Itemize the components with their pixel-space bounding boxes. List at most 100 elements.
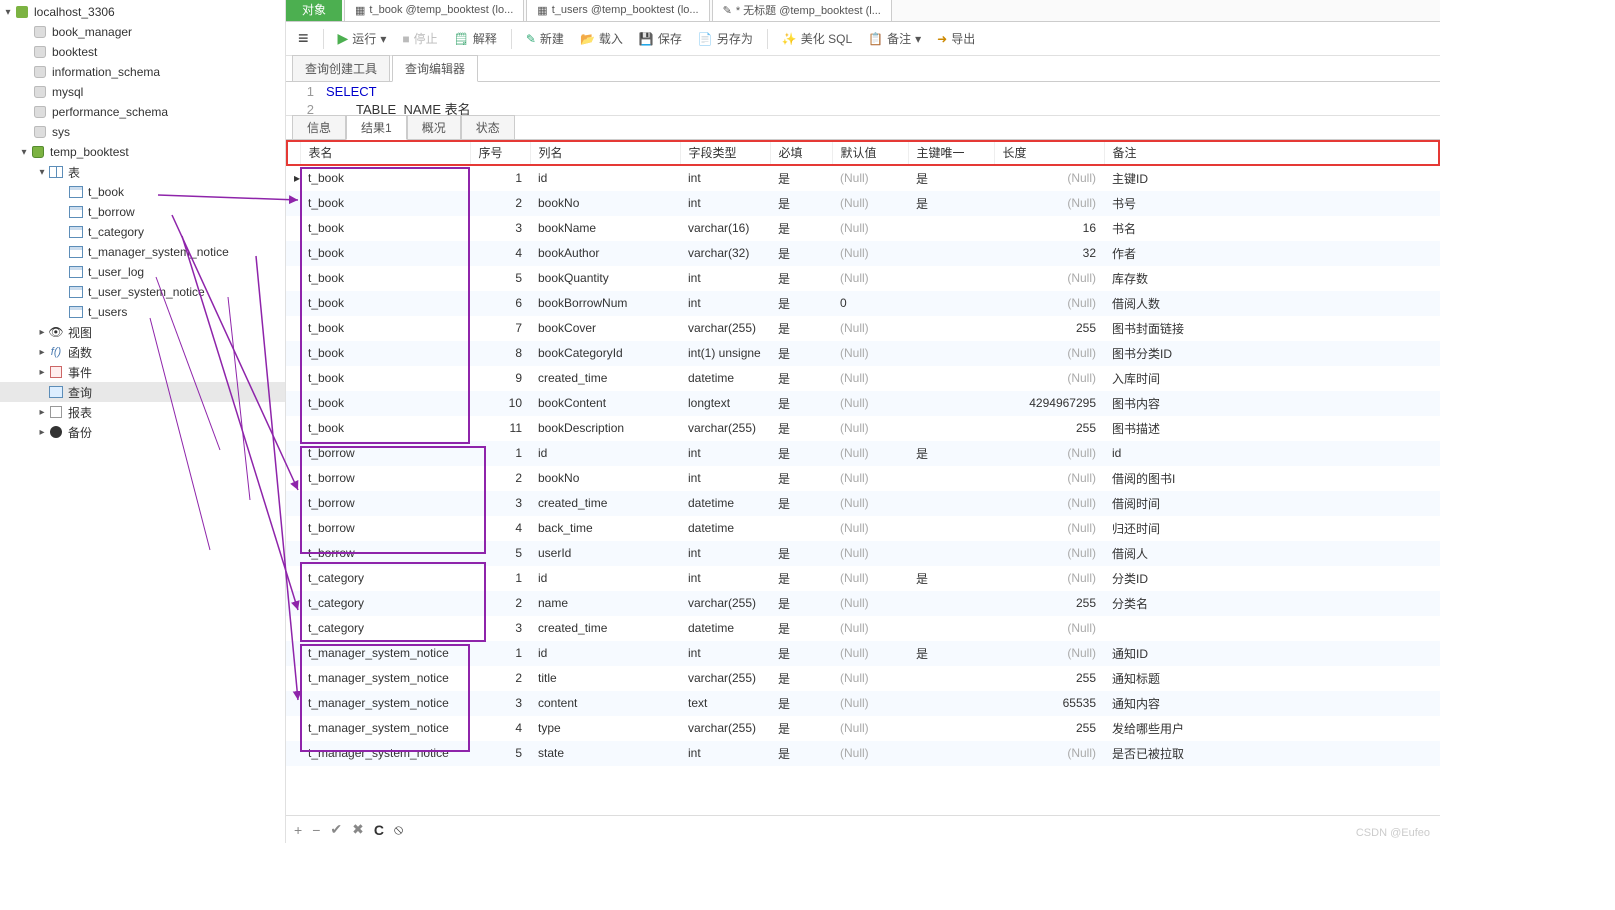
db-node[interactable]: book_manager [0,22,285,42]
table-row[interactable]: t_manager_system_notice2titlevarchar(255… [286,666,1440,691]
cell-column-name: bookAuthor [530,241,680,266]
refresh-button[interactable]: C [374,822,384,838]
run-button[interactable]: ▶运行 ▾ [332,28,393,49]
add-row-button[interactable]: + [294,822,302,838]
connection-node[interactable]: ▾ localhost_3306 [0,2,285,22]
table-row[interactable]: t_category3created_timedatetime是(Null)(N… [286,616,1440,641]
db-node[interactable]: booktest [0,42,285,62]
cell-remark: 借阅人数 [1104,291,1440,316]
tab-info[interactable]: 信息 [292,115,346,139]
table-node[interactable]: t_category [0,222,285,242]
table-node[interactable]: t_user_system_notice [0,282,285,302]
col-column-name[interactable]: 列名 [530,140,680,166]
backup-icon [48,424,64,440]
table-row[interactable]: t_book3bookNamevarchar(16)是(Null)16书名 [286,216,1440,241]
tab-file[interactable]: ✎* 无标题 @temp_booktest (l... [712,0,892,21]
cell-seq: 5 [470,541,530,566]
explain-button[interactable]: 🗒解释 [448,28,503,49]
cell-data-type: varchar(32) [680,241,770,266]
tab-query-editor[interactable]: 查询编辑器 [392,55,478,82]
views-folder[interactable]: ▸👁视图 [0,322,285,342]
table-row[interactable]: t_book11bookDescriptionvarchar(255)是(Nul… [286,416,1440,441]
table-row[interactable]: t_manager_system_notice4typevarchar(255)… [286,716,1440,741]
save-button[interactable]: 💾保存 [633,28,688,49]
table-node[interactable]: t_user_log [0,262,285,282]
table-row[interactable]: t_book7bookCovervarchar(255)是(Null)255图书… [286,316,1440,341]
cell-required: 是 [770,691,832,716]
table-row[interactable]: t_borrow2bookNoint是(Null)(Null)借阅的图书I [286,466,1440,491]
tab-result1[interactable]: 结果1 [346,115,407,140]
table-row[interactable]: t_manager_system_notice5stateint是(Null)(… [286,741,1440,766]
stop-refresh-button[interactable]: ⦸ [394,821,403,838]
table-node[interactable]: t_book [0,182,285,202]
table-row[interactable]: t_manager_system_notice3contenttext是(Nul… [286,691,1440,716]
table-node[interactable]: t_borrow [0,202,285,222]
tables-folder[interactable]: ▾ 表 [0,162,285,182]
db-node[interactable]: information_schema [0,62,285,82]
beautify-button[interactable]: ✨美化 SQL [776,28,858,49]
col-length[interactable]: 长度 [994,140,1104,166]
table-row[interactable]: t_book6bookBorrowNumint是0(Null)借阅人数 [286,291,1440,316]
col-seq[interactable]: 序号 [470,140,530,166]
cell-seq: 1 [470,566,530,591]
backups-folder[interactable]: ▸备份 [0,422,285,442]
table-row[interactable]: t_book4bookAuthorvarchar(32)是(Null)32作者 [286,241,1440,266]
table-node[interactable]: t_users [0,302,285,322]
cell-column-name: created_time [530,491,680,516]
cell-column-name: bookDescription [530,416,680,441]
table-row[interactable]: t_borrow3created_timedatetime是(Null)(Nul… [286,491,1440,516]
events-folder[interactable]: ▸事件 [0,362,285,382]
saveas-button[interactable]: 📄另存为 [692,28,759,49]
table-row[interactable]: t_borrow1idint是(Null)是(Null)id [286,441,1440,466]
table-row[interactable]: t_book9created_timedatetime是(Null)(Null)… [286,366,1440,391]
db-node[interactable]: mysql [0,82,285,102]
result-grid-wrap[interactable]: 表名 序号 列名 字段类型 必填 默认值 主键唯一 长度 备注 ▸t_book1… [286,140,1440,815]
col-pk[interactable]: 主键唯一 [908,140,994,166]
cell-required: 是 [770,266,832,291]
cancel-button[interactable]: ✖ [352,821,364,838]
functions-folder[interactable]: ▸f()函数 [0,342,285,362]
sql-editor[interactable]: 1SELECT 2TABLE_NAME 表名 [286,82,1440,116]
table-row[interactable]: t_borrow5userIdint是(Null)(Null)借阅人 [286,541,1440,566]
table-row[interactable]: t_book2bookNoint是(Null)是(Null)书号 [286,191,1440,216]
new-button[interactable]: ✎新建 [520,28,570,49]
tab-query-builder[interactable]: 查询创建工具 [292,55,390,81]
col-remark[interactable]: 备注 [1104,140,1440,166]
menu-button[interactable]: ≡ [292,26,315,51]
tab-file[interactable]: ▦t_book @temp_booktest (lo... [344,0,524,21]
table-row[interactable]: t_book8bookCategoryIdint(1) unsigne是(Nul… [286,341,1440,366]
views-label: 视图 [68,324,92,341]
tab-objects[interactable]: 对象 [286,0,342,21]
col-table-name[interactable]: 表名 [300,140,470,166]
tab-file[interactable]: ▦t_users @temp_booktest (lo... [526,0,709,21]
tab-status[interactable]: 状态 [461,115,515,139]
chevron-right-icon: ▸ [36,427,48,438]
load-button[interactable]: 📂载入 [574,28,629,49]
table-row[interactable]: t_book5bookQuantityint是(Null)(Null)库存数 [286,266,1440,291]
table-row[interactable]: t_borrow4back_timedatetime(Null)(Null)归还… [286,516,1440,541]
database-icon [32,104,48,120]
stop-button[interactable]: ■停止 [396,28,443,49]
cell-column-name: bookQuantity [530,266,680,291]
accept-button[interactable]: ✔ [330,821,342,838]
reports-folder[interactable]: ▸报表 [0,402,285,422]
db-node[interactable]: performance_schema [0,102,285,122]
table-node[interactable]: t_manager_system_notice [0,242,285,262]
delete-row-button[interactable]: − [312,822,320,838]
export-button[interactable]: ➜导出 [931,28,981,49]
table-row[interactable]: ▸t_book1idint是(Null)是(Null)主键ID [286,166,1440,191]
cell-remark: 图书描述 [1104,416,1440,441]
db-node[interactable]: sys [0,122,285,142]
db-node-active[interactable]: ▾ temp_booktest [0,142,285,162]
cell-pk [908,216,994,241]
table-row[interactable]: t_manager_system_notice1idint是(Null)是(Nu… [286,641,1440,666]
queries-folder[interactable]: ▸查询 [0,382,285,402]
table-row[interactable]: t_book10bookContentlongtext是(Null)429496… [286,391,1440,416]
remarks-button[interactable]: 📋备注 ▾ [862,28,927,49]
tab-profile[interactable]: 概况 [407,115,461,139]
col-default[interactable]: 默认值 [832,140,908,166]
col-data-type[interactable]: 字段类型 [680,140,770,166]
col-required[interactable]: 必填 [770,140,832,166]
table-row[interactable]: t_category1idint是(Null)是(Null)分类ID [286,566,1440,591]
table-row[interactable]: t_category2namevarchar(255)是(Null)255分类名 [286,591,1440,616]
